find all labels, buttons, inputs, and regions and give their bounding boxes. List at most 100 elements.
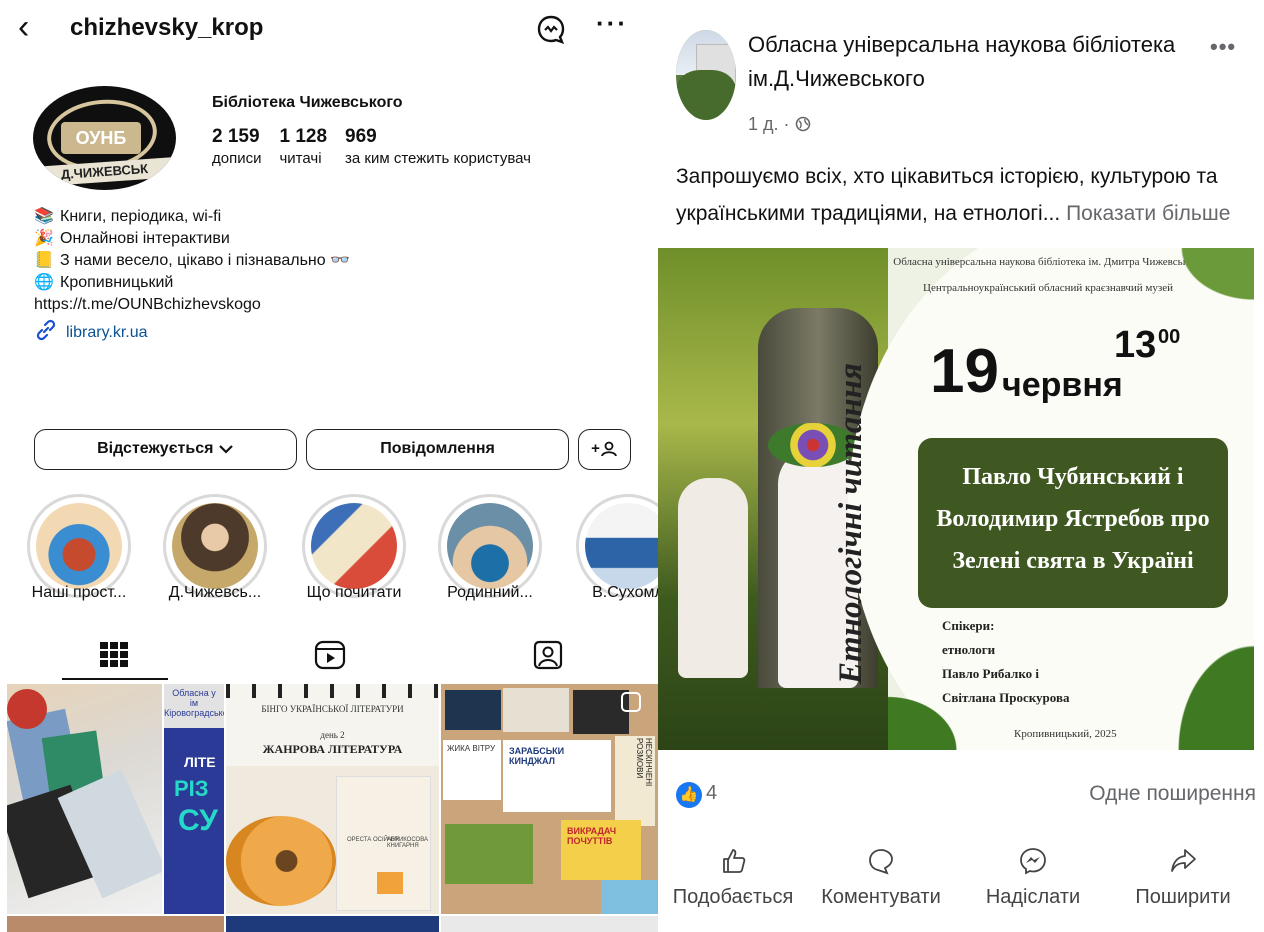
house-shape xyxy=(377,872,403,894)
share-label: Поширити xyxy=(1135,886,1231,908)
tile-big-text: СУ xyxy=(178,804,218,837)
globe-icon xyxy=(795,114,811,134)
highlight-item[interactable]: Наші прост... xyxy=(14,494,144,601)
poster-topic-box: Павло Чубинський і Володимир Ястребов пр… xyxy=(918,438,1228,608)
show-more-link[interactable]: Показати більше xyxy=(1066,202,1230,225)
page-name[interactable]: Обласна універсальна наукова бібліотека … xyxy=(748,28,1188,96)
tile-title: ЖАНРОВА ЛІТЕРАТУРА xyxy=(262,742,403,756)
bio-line: 🎉 Онлайнові інтерактиви xyxy=(34,228,634,250)
poster-topic-line: Зелені свята в Україні xyxy=(952,548,1194,574)
book-cover: ОРЕСТА ОСІЙЧУК АБРИКОСОВА КНИГАРНЯ xyxy=(336,776,431,911)
highlight-thumbnail xyxy=(36,503,122,589)
grid-post[interactable]: ЖИКА ВІТРУ ЗАРАБСЬКИ КИНДЖАЛ НЕСКІНЧЕНІ … xyxy=(441,684,658,914)
fern-decoration xyxy=(1128,248,1254,338)
grid-post[interactable] xyxy=(226,916,439,932)
active-tab-indicator xyxy=(62,678,168,680)
highlight-item[interactable]: Д.Чижевсь... xyxy=(150,494,280,601)
threads-icon[interactable] xyxy=(533,12,569,48)
poster-footer: Кропивницький, 2025 xyxy=(1014,728,1117,740)
highlight-circle xyxy=(27,494,131,598)
share-count[interactable]: Одне поширення xyxy=(1089,782,1256,806)
message-button[interactable]: Повідомлення xyxy=(306,429,569,470)
grid-post[interactable] xyxy=(7,684,162,914)
highlight-item[interactable]: В.Сухомл xyxy=(563,494,658,601)
add-user-button[interactable]: + xyxy=(578,429,631,470)
bio-telegram-link[interactable]: https://t.me/OUNBchizhevskogo xyxy=(34,294,634,316)
tile-header-line: Кіровоградське xyxy=(164,708,224,718)
book-cover: ЖИКА ВІТРУ xyxy=(443,740,501,800)
tile-subtitle: БІНГО УКРАЇНСЬКОЇ ЛІТЕРАТУРИ xyxy=(261,704,404,714)
grid-post[interactable]: БІНГО УКРАЇНСЬКОЇ ЛІТЕРАТУРИ день 2 ЖАНР… xyxy=(226,684,439,914)
avatar-badge: ОУНБ xyxy=(61,122,141,154)
highlight-circle xyxy=(302,494,406,598)
book-cover xyxy=(601,880,657,914)
poster-speakers-line: Павло Рибалко і xyxy=(942,666,1040,681)
poster-topic-line: Павло Чубинський і xyxy=(962,464,1184,490)
send-button[interactable]: Надіслати xyxy=(958,840,1108,909)
website-link-text: library.kr.ua xyxy=(66,324,148,341)
tab-tagged-icon[interactable] xyxy=(530,638,570,672)
chevron-down-icon xyxy=(218,440,234,457)
share-arrow-icon xyxy=(1108,840,1258,882)
like-count[interactable]: 4 xyxy=(706,782,717,805)
instagram-profile: ‹ chizhevsky_krop ··· ОУНБ Д.ЧИЖЕВСЬК Бі… xyxy=(0,0,658,932)
grid-post[interactable]: Обласна у ім Кіровоградське ЛІТЕ РІЗ СУ xyxy=(164,684,224,914)
stat-followers-count: 1 128 xyxy=(279,126,328,147)
stat-following[interactable]: 969 за ким стежить користувач xyxy=(345,126,531,167)
poster-speakers-line: Спікери: xyxy=(942,618,995,633)
tab-reels-icon[interactable] xyxy=(312,638,352,672)
page-avatar[interactable] xyxy=(676,30,736,120)
highlight-circle xyxy=(163,494,267,598)
bio-text: Онлайнові інтерактиви xyxy=(60,230,230,247)
story-highlights: Наші прост... Д.Чижевсь... Що почитати Р… xyxy=(0,494,658,610)
apricot-shape xyxy=(226,816,336,906)
post-text: Запрошуємо всіх, хто цікавиться історією… xyxy=(676,158,1254,232)
book-title: ВИКРАДАЧ ПОЧУТТІВ xyxy=(567,826,617,846)
ig-username: chizhevsky_krop xyxy=(70,14,264,41)
message-button-label: Повідомлення xyxy=(380,440,495,457)
more-options-icon[interactable]: ··· xyxy=(596,8,628,39)
poster-topic-line: Володимир Ястребов про xyxy=(936,506,1210,532)
highlight-label: В.Сухомл xyxy=(592,584,658,601)
following-button[interactable]: Відстежується xyxy=(34,429,297,470)
highlight-label: Д.Чижевсь... xyxy=(168,584,262,601)
posts-grid: Обласна у ім Кіровоградське ЛІТЕ РІЗ СУ … xyxy=(7,684,658,932)
stat-followers[interactable]: 1 128 читачі xyxy=(279,126,327,167)
highlight-circle xyxy=(438,494,542,598)
add-user-plus: + xyxy=(591,440,600,457)
website-link[interactable]: library.kr.ua xyxy=(34,318,148,348)
tile-header-line: Обласна у xyxy=(172,688,216,698)
poster-month: червня xyxy=(1002,366,1123,404)
tile-photo: ОРЕСТА ОСІЙЧУК АБРИКОСОВА КНИГАРНЯ xyxy=(226,766,439,914)
stat-followers-label: читачі xyxy=(279,150,322,167)
book-cover xyxy=(503,688,569,732)
grid-post[interactable] xyxy=(441,916,658,932)
grid-post[interactable] xyxy=(7,916,224,932)
highlight-label: Наші прост... xyxy=(31,584,127,601)
share-button[interactable]: Поширити xyxy=(1108,840,1258,909)
book-title: ЖИКА ВІТРУ xyxy=(447,744,496,753)
notebook-icon: 📒 xyxy=(34,252,54,269)
stat-posts-label: дописи xyxy=(212,150,262,167)
post-options-icon[interactable]: ••• xyxy=(1210,34,1236,60)
bio-line: 📒 З нами весело, цікаво і пізнавально 👓 xyxy=(34,250,634,272)
highlight-item[interactable]: Родинний... xyxy=(425,494,555,601)
send-label: Надіслати xyxy=(985,886,1081,908)
highlight-thumbnail xyxy=(447,503,533,589)
comment-icon xyxy=(806,840,956,882)
avatar[interactable]: ОУНБ Д.ЧИЖЕВСЬК xyxy=(33,86,176,190)
comment-button[interactable]: Коментувати xyxy=(806,840,956,909)
post-image[interactable]: Обласна універсальна наукова бібліотека … xyxy=(658,248,1254,750)
books-icon: 📚 xyxy=(34,208,54,225)
like-button[interactable]: Подобається xyxy=(658,840,808,909)
poster-day: 19 xyxy=(930,337,999,406)
back-arrow-icon[interactable]: ‹ xyxy=(18,10,29,44)
bio-line: 📚 Книги, періодика, wi-fi xyxy=(34,206,634,228)
bio-text: https://t.me/OUNBchizhevskogo xyxy=(34,296,261,313)
girl-figure xyxy=(678,478,748,678)
book-title: ЗАРАБСЬКИ КИНДЖАЛ xyxy=(509,746,565,766)
tab-posts-grid-icon[interactable] xyxy=(96,638,136,672)
book-cover xyxy=(445,690,501,730)
highlight-item[interactable]: Що почитати xyxy=(289,494,419,601)
stat-posts[interactable]: 2 159 дописи xyxy=(212,126,261,167)
